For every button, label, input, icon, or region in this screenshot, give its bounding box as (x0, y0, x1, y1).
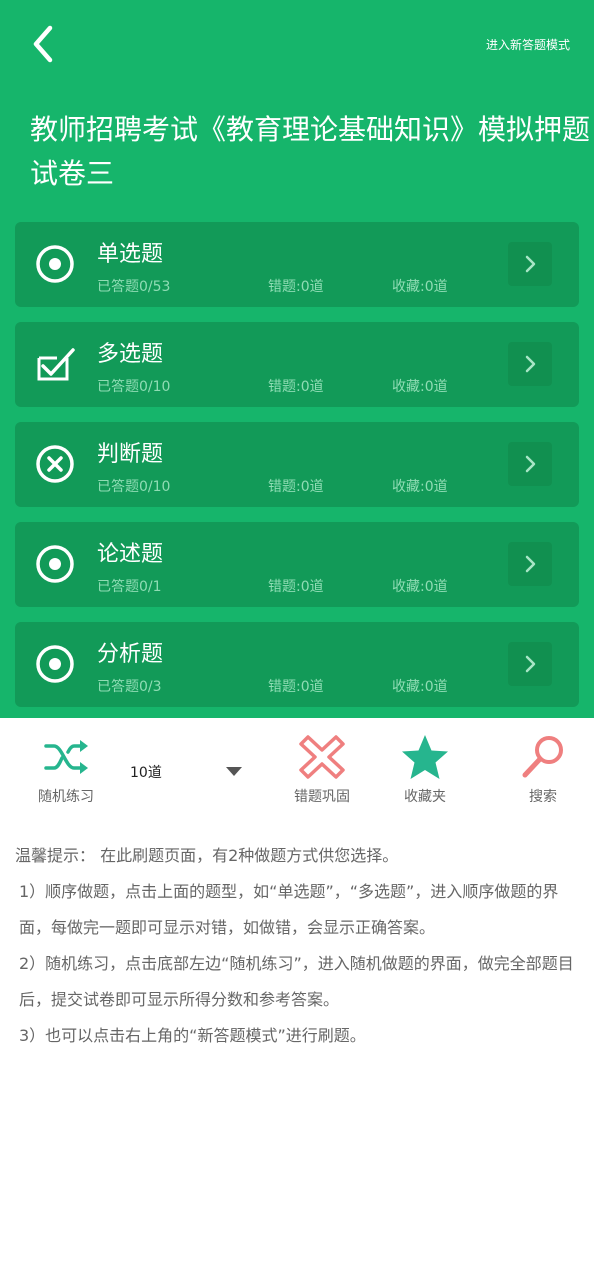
chevron-right-icon (525, 455, 536, 473)
category-name: 论述题 (97, 542, 164, 567)
favorites-count: 收藏:0道 (392, 579, 448, 595)
caret-down-icon (226, 767, 242, 776)
tip-item-1: 1）顺序做题，点击上面的题型，如“单选题”，“多选题”，进入顺序做题的界面，每做… (19, 882, 559, 937)
chevron-right-icon (525, 555, 536, 573)
tips-panel: 温馨提示： 在此刷题页面，有2种做题方式供您选择。 1）顺序做题，点击上面的题型… (15, 838, 583, 1054)
question-count-select[interactable]: 10道 (120, 756, 250, 786)
page-title: 教师招聘考试《教育理论基础知识》模拟押题试卷三 (30, 113, 591, 190)
answered-count: 已答题0/3 (97, 679, 162, 695)
category-open-button[interactable] (508, 542, 552, 586)
answered-count: 已答题0/53 (97, 279, 171, 295)
cross-x-icon (299, 735, 345, 779)
tip-item-3: 3）也可以点击右上角的“新答题模式”进行刷题。 (19, 1026, 366, 1045)
wrong-review-button[interactable]: 错题巩固 (280, 734, 364, 806)
category-name: 判断题 (97, 442, 164, 467)
category-multiple-choice[interactable]: 多选题 已答题0/10 错题:0道 收藏:0道 (15, 322, 579, 407)
random-practice-label: 随机练习 (38, 789, 94, 805)
category-name: 单选题 (97, 242, 164, 267)
favorites-count: 收藏:0道 (392, 379, 448, 395)
category-analysis[interactable]: 分析题 已答题0/3 错题:0道 收藏:0道 (15, 622, 579, 707)
answered-count: 已答题0/1 (97, 579, 162, 595)
category-open-button[interactable] (508, 442, 552, 486)
wrong-count: 错题:0道 (268, 579, 324, 595)
category-single-choice[interactable]: 单选题 已答题0/53 错题:0道 收藏:0道 (15, 222, 579, 307)
random-practice-button[interactable]: 随机练习 (20, 734, 112, 806)
tips-intro: 温馨提示： 在此刷题页面，有2种做题方式供您选择。 (15, 846, 399, 865)
star-icon (402, 735, 448, 779)
category-open-button[interactable] (508, 242, 552, 286)
favorites-count: 收藏:0道 (392, 279, 448, 295)
circle-x-icon (36, 445, 74, 483)
search-button[interactable]: 搜索 (510, 734, 576, 806)
shuffle-icon (44, 740, 88, 774)
category-name: 多选题 (97, 342, 164, 367)
category-open-button[interactable] (508, 342, 552, 386)
tip-item-2: 2）随机练习，点击底部左边“随机练习”，进入随机做题的界面，做完全部题目后，提交… (19, 954, 574, 1009)
radio-target-icon (36, 645, 74, 683)
new-answer-mode-link[interactable]: 进入新答题模式 (486, 36, 570, 54)
wrong-review-label: 错题巩固 (294, 789, 350, 805)
favorites-count: 收藏:0道 (392, 679, 448, 695)
favorites-button[interactable]: 收藏夹 (390, 734, 460, 806)
chevron-left-icon (33, 25, 53, 63)
chevron-right-icon (525, 655, 536, 673)
bottom-toolbar: 随机练习 10道 错题巩固 收藏夹 搜索 (0, 718, 594, 818)
answered-count: 已答题0/10 (97, 379, 171, 395)
search-label: 搜索 (529, 789, 557, 805)
answered-count: 已答题0/10 (97, 479, 171, 495)
favorites-count: 收藏:0道 (392, 479, 448, 495)
wrong-count: 错题:0道 (268, 479, 324, 495)
category-essay[interactable]: 论述题 已答题0/1 错题:0道 收藏:0道 (15, 522, 579, 607)
chevron-right-icon (525, 355, 536, 373)
wrong-count: 错题:0道 (268, 679, 324, 695)
category-name: 分析题 (97, 642, 164, 667)
question-count-value: 10道 (130, 765, 162, 781)
radio-target-icon (36, 545, 74, 583)
header-bar: 进入新答题模式 教师招聘考试《教育理论基础知识》模拟押题试卷三 单选题 已答题0… (0, 0, 594, 718)
chevron-right-icon (525, 255, 536, 273)
wrong-count: 错题:0道 (268, 279, 324, 295)
wrong-count: 错题:0道 (268, 379, 324, 395)
category-open-button[interactable] (508, 642, 552, 686)
radio-target-icon (36, 245, 74, 283)
category-true-false[interactable]: 判断题 已答题0/10 错题:0道 收藏:0道 (15, 422, 579, 507)
checkbox-check-icon (37, 348, 75, 381)
back-button[interactable] (22, 22, 66, 66)
favorites-label: 收藏夹 (404, 789, 446, 805)
search-icon (522, 736, 563, 778)
